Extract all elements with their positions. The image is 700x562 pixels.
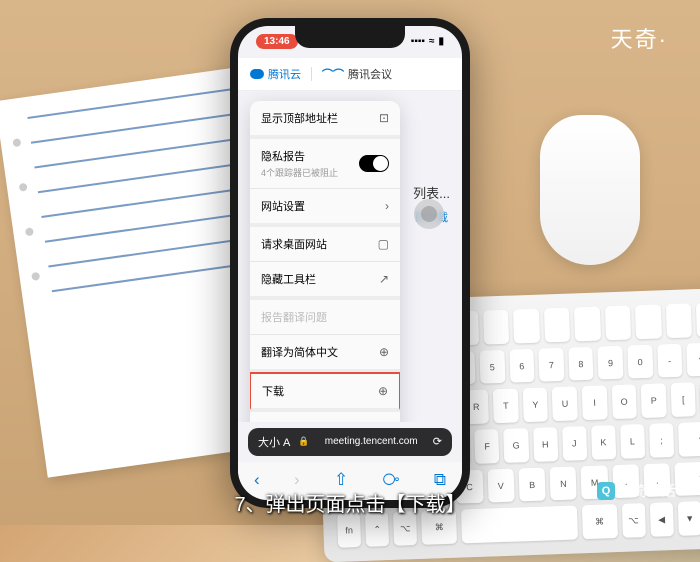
tabs-button[interactable]: ⧉ <box>434 470 446 490</box>
cloud-icon <box>250 69 264 79</box>
share-button[interactable]: ⇧ <box>334 470 348 490</box>
download-icon: ⊕ <box>378 384 388 398</box>
tencent-cloud-logo: 腾讯云 <box>250 66 301 82</box>
page-header: 腾讯云 ⌒⌒腾讯会议 <box>238 58 462 91</box>
safari-page-menu: 显示顶部地址栏⊡ 隐私报告4个跟踪器已被阻止 网站设置› 请求桌面网站▢ 隐藏工… <box>250 101 400 422</box>
menu-show-reader: 显示阅读器≡ <box>250 411 400 422</box>
menu-show-toolbar[interactable]: 显示顶部地址栏⊡ <box>250 101 400 139</box>
reader-icon: ≡ <box>382 421 389 422</box>
battery-icon: ▮ <box>438 36 444 47</box>
bookmarks-button[interactable]: ⧂ <box>383 470 400 490</box>
phone-frame: 13:46 ▪▪▪▪ ≈ ▮ 腾讯云 ⌒⌒腾讯会议 列表... 即下载 显示顶部… <box>230 18 470 508</box>
menu-translate[interactable]: 翻译为简体中文⊕ <box>250 335 400 373</box>
url-text: meeting.tencent.com <box>318 436 425 447</box>
lock-icon: 🔒 <box>298 436 309 447</box>
menu-request-desktop[interactable]: 请求桌面网站▢ <box>250 227 400 262</box>
assistive-touch[interactable] <box>414 199 444 229</box>
address-icon: ⊡ <box>379 111 389 125</box>
back-button[interactable]: ‹ <box>254 470 260 490</box>
watermark-top: 天奇· <box>611 22 668 54</box>
watermark-bottom: Q 天奇生活 <box>597 481 676 501</box>
menu-report-translation: 报告翻译问题 <box>250 300 400 335</box>
status-time: 13:46 <box>256 34 298 49</box>
desktop-icon: ▢ <box>378 237 389 251</box>
chevron-icon: › <box>385 199 389 213</box>
signal-icon: ▪▪▪▪ <box>411 36 425 47</box>
mouse-prop <box>540 115 640 265</box>
wifi-icon: ≈ <box>429 36 435 47</box>
arrow-ne-icon: ↗ <box>379 272 389 286</box>
privacy-toggle[interactable] <box>359 155 389 172</box>
watermark-icon: Q <box>597 482 615 500</box>
phone-notch <box>295 26 405 48</box>
meeting-icon: ⌒⌒ <box>322 66 344 82</box>
menu-downloads[interactable]: 下载⊕ <box>250 372 400 412</box>
forward-button: › <box>294 470 300 490</box>
address-bar[interactable]: 大小 A 🔒 meeting.tencent.com ⟳ <box>248 428 452 456</box>
tencent-meeting-logo: ⌒⌒腾讯会议 <box>322 66 392 82</box>
translate-icon: ⊕ <box>379 345 389 359</box>
instruction-caption: 7、弹出页面点击【下载】 <box>234 488 465 517</box>
menu-privacy-report[interactable]: 隐私报告4个跟踪器已被阻止 <box>250 139 400 189</box>
text-size-button[interactable]: 大小 A <box>258 434 290 450</box>
menu-site-settings[interactable]: 网站设置› <box>250 189 400 227</box>
reload-icon[interactable]: ⟳ <box>433 435 442 448</box>
menu-hide-toolbar[interactable]: 隐藏工具栏↗ <box>250 262 400 300</box>
